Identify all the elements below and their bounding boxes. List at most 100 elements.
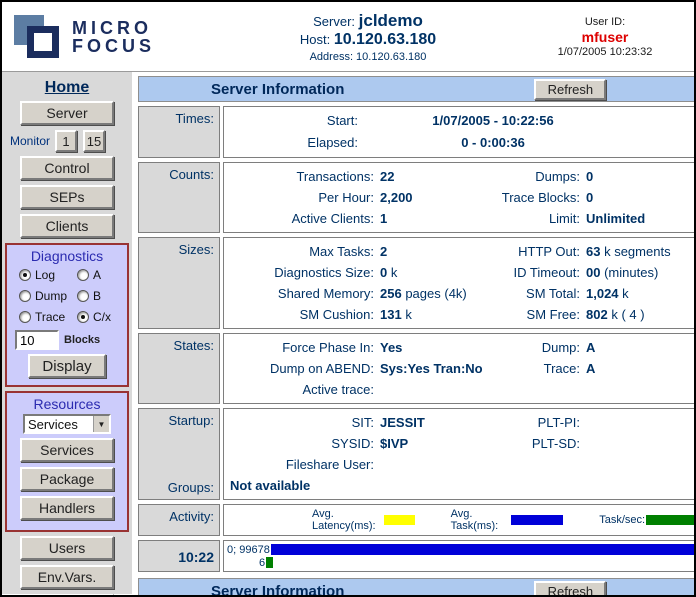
states-row: Force Phase In: Yes Dump: A xyxy=(228,337,696,358)
monitor-1-button[interactable]: 1 xyxy=(55,130,77,152)
address-line: Address: 10.120.63.180 xyxy=(202,51,534,63)
top-title-bar: Server Information Refresh xyxy=(138,76,696,102)
sizes-section: Sizes: Max Tasks: 2 HTTP Out: 63 k segme… xyxy=(138,237,696,329)
blocks-row: Blocks xyxy=(7,330,127,350)
radio-trace-icon[interactable] xyxy=(19,311,31,323)
legend-avg-task: Avg. Task(ms): xyxy=(451,508,564,532)
sidebar: Home Server Monitor 1 15 Control SEPs Cl… xyxy=(2,72,132,594)
micro-focus-logo-icon xyxy=(14,13,64,61)
sizes-section-label: Sizes: xyxy=(138,237,220,329)
radio-b[interactable]: B xyxy=(77,289,125,303)
radio-log[interactable]: Log xyxy=(19,268,77,282)
radio-cx[interactable]: C/x xyxy=(77,310,125,324)
startup-row: SIT: JESSIT PLT-PI: xyxy=(228,412,696,433)
task-ms-bar xyxy=(271,544,696,555)
resources-title: Resources xyxy=(7,396,127,412)
latency-swatch xyxy=(384,515,415,525)
radio-a[interactable]: A xyxy=(77,268,125,282)
server-name-value: jcldemo xyxy=(359,11,423,30)
startup-section: Startup: Groups: SIT: JESSIT PLT-PI: SYS… xyxy=(138,408,696,500)
task-sec-swatch xyxy=(646,515,696,525)
monitor-15-button[interactable]: 15 xyxy=(83,130,105,152)
page-title: Server Information xyxy=(211,81,344,98)
counts-row: Per Hour: 2,200 Trace Blocks: 0 xyxy=(228,187,696,208)
states-row: Active trace: xyxy=(228,379,696,400)
chevron-down-icon[interactable]: ▼ xyxy=(93,416,109,432)
user-id-label: User ID: xyxy=(534,16,676,28)
task-sec-bar xyxy=(266,557,273,568)
sizes-row: Shared Memory: 256 pages (4k) SM Total: … xyxy=(228,283,696,304)
resources-panel: Resources Services ▼ Services Package Ha… xyxy=(5,391,129,532)
sizes-row: SM Cushion: 131 k SM Free: 802 k ( 4 ) xyxy=(228,304,696,325)
server-name-line: Server: jcldemo xyxy=(202,11,534,31)
app-window: MICRO FOCUS Server: jcldemo Host: 10.120… xyxy=(0,0,696,597)
counts-row: Active Clients: 1 Limit: Unlimited xyxy=(228,208,696,229)
radio-dump-icon[interactable] xyxy=(19,290,31,302)
task-sec-bar-row: 6 xyxy=(227,556,696,569)
diagnostics-title: Diagnostics xyxy=(7,248,127,264)
bottom-page-title: Server Information xyxy=(211,583,344,597)
control-button[interactable]: Control xyxy=(20,156,114,180)
resources-select[interactable]: Services ▼ xyxy=(23,414,111,434)
resources-select-value: Services xyxy=(25,416,93,432)
groups-section-label: Groups: xyxy=(139,480,214,495)
counts-section-label: Counts: xyxy=(138,162,220,233)
page-header: MICRO FOCUS Server: jcldemo Host: 10.120… xyxy=(2,2,694,72)
radio-b-icon[interactable] xyxy=(77,290,89,302)
activity-bars-section: 10:22 0; 99678 6 xyxy=(138,540,696,572)
radio-a-icon[interactable] xyxy=(77,269,89,281)
blocks-input[interactable] xyxy=(15,330,59,350)
sizes-row: Diagnostics Size: 0 k ID Timeout: 00 (mi… xyxy=(228,262,696,283)
radio-dump[interactable]: Dump xyxy=(19,289,77,303)
radio-trace[interactable]: Trace xyxy=(19,310,77,324)
services-button[interactable]: Services xyxy=(20,438,114,462)
states-section: States: Force Phase In: Yes Dump: A Dump… xyxy=(138,333,696,404)
counts-section: Counts: Transactions: 22 Dumps: 0 Per Ho… xyxy=(138,162,696,233)
legend-avg-latency: Avg. Latency(ms): xyxy=(312,508,415,532)
login-timestamp: 1/07/2005 10:23:32 xyxy=(534,46,676,58)
refresh-button-bottom[interactable]: Refresh xyxy=(534,581,606,597)
counts-row: Transactions: 22 Dumps: 0 xyxy=(228,166,696,187)
handlers-button[interactable]: Handlers xyxy=(20,496,114,520)
startup-section-label: Startup: xyxy=(139,413,214,428)
home-link[interactable]: Home xyxy=(2,79,132,97)
radio-log-icon[interactable] xyxy=(19,269,31,281)
activity-section-label: Activity: xyxy=(138,504,220,536)
times-section: Times: Start: 1/07/2005 - 10:22:56 Elaps… xyxy=(138,106,696,158)
bottom-title-bar: Server Information Refresh xyxy=(138,578,696,597)
seps-button[interactable]: SEPs xyxy=(20,185,114,209)
micro-focus-logo: MICRO FOCUS xyxy=(2,13,202,61)
startup-row: SYSID: $IVP PLT-SD: xyxy=(228,433,696,454)
user-info: User ID: mfuser 1/07/2005 10:23:32 xyxy=(534,16,694,58)
server-button[interactable]: Server xyxy=(20,101,114,125)
task-swatch xyxy=(511,515,563,525)
diagnostics-panel: Diagnostics Log A Dump xyxy=(5,243,129,387)
times-row: Start: 1/07/2005 - 10:22:56 xyxy=(228,110,696,132)
activity-section: Activity: Avg. Latency(ms): Avg. Task(ms… xyxy=(138,504,696,536)
activity-time-label: 10:22 xyxy=(138,540,220,572)
logo-text-micro: MICRO xyxy=(72,19,155,37)
logo-text-focus: FOCUS xyxy=(72,37,155,55)
server-identity: Server: jcldemo Host: 10.120.63.180 Addr… xyxy=(202,11,534,63)
env-vars-button[interactable]: Env.Vars. xyxy=(20,565,114,589)
refresh-button-top[interactable]: Refresh xyxy=(534,79,606,100)
task-ms-bar-row: 0; 99678 xyxy=(227,543,696,556)
host-line: Host: 10.120.63.180 xyxy=(202,31,534,49)
radio-cx-icon[interactable] xyxy=(77,311,89,323)
times-row: Elapsed: 0 - 0:00:36 xyxy=(228,132,696,154)
monitor-label: Monitor xyxy=(10,134,50,148)
package-button[interactable]: Package xyxy=(20,467,114,491)
states-row: Dump on ABEND: Sys:Yes Tran:No Trace: A xyxy=(228,358,696,379)
users-button[interactable]: Users xyxy=(20,536,114,560)
times-section-label: Times: xyxy=(138,106,220,158)
clients-button[interactable]: Clients xyxy=(20,214,114,238)
user-id-value: mfuser xyxy=(534,29,676,45)
sizes-row: Max Tasks: 2 HTTP Out: 63 k segments xyxy=(228,241,696,262)
display-button[interactable]: Display xyxy=(28,354,106,378)
states-section-label: States: xyxy=(138,333,220,404)
blocks-label: Blocks xyxy=(64,334,100,346)
host-value: 10.120.63.180 xyxy=(334,31,436,48)
diagnostics-radio-group: Log A Dump B xyxy=(7,268,127,324)
legend-task-sec: Task/sec: xyxy=(599,514,696,526)
startup-row: Fileshare User: xyxy=(228,454,696,475)
